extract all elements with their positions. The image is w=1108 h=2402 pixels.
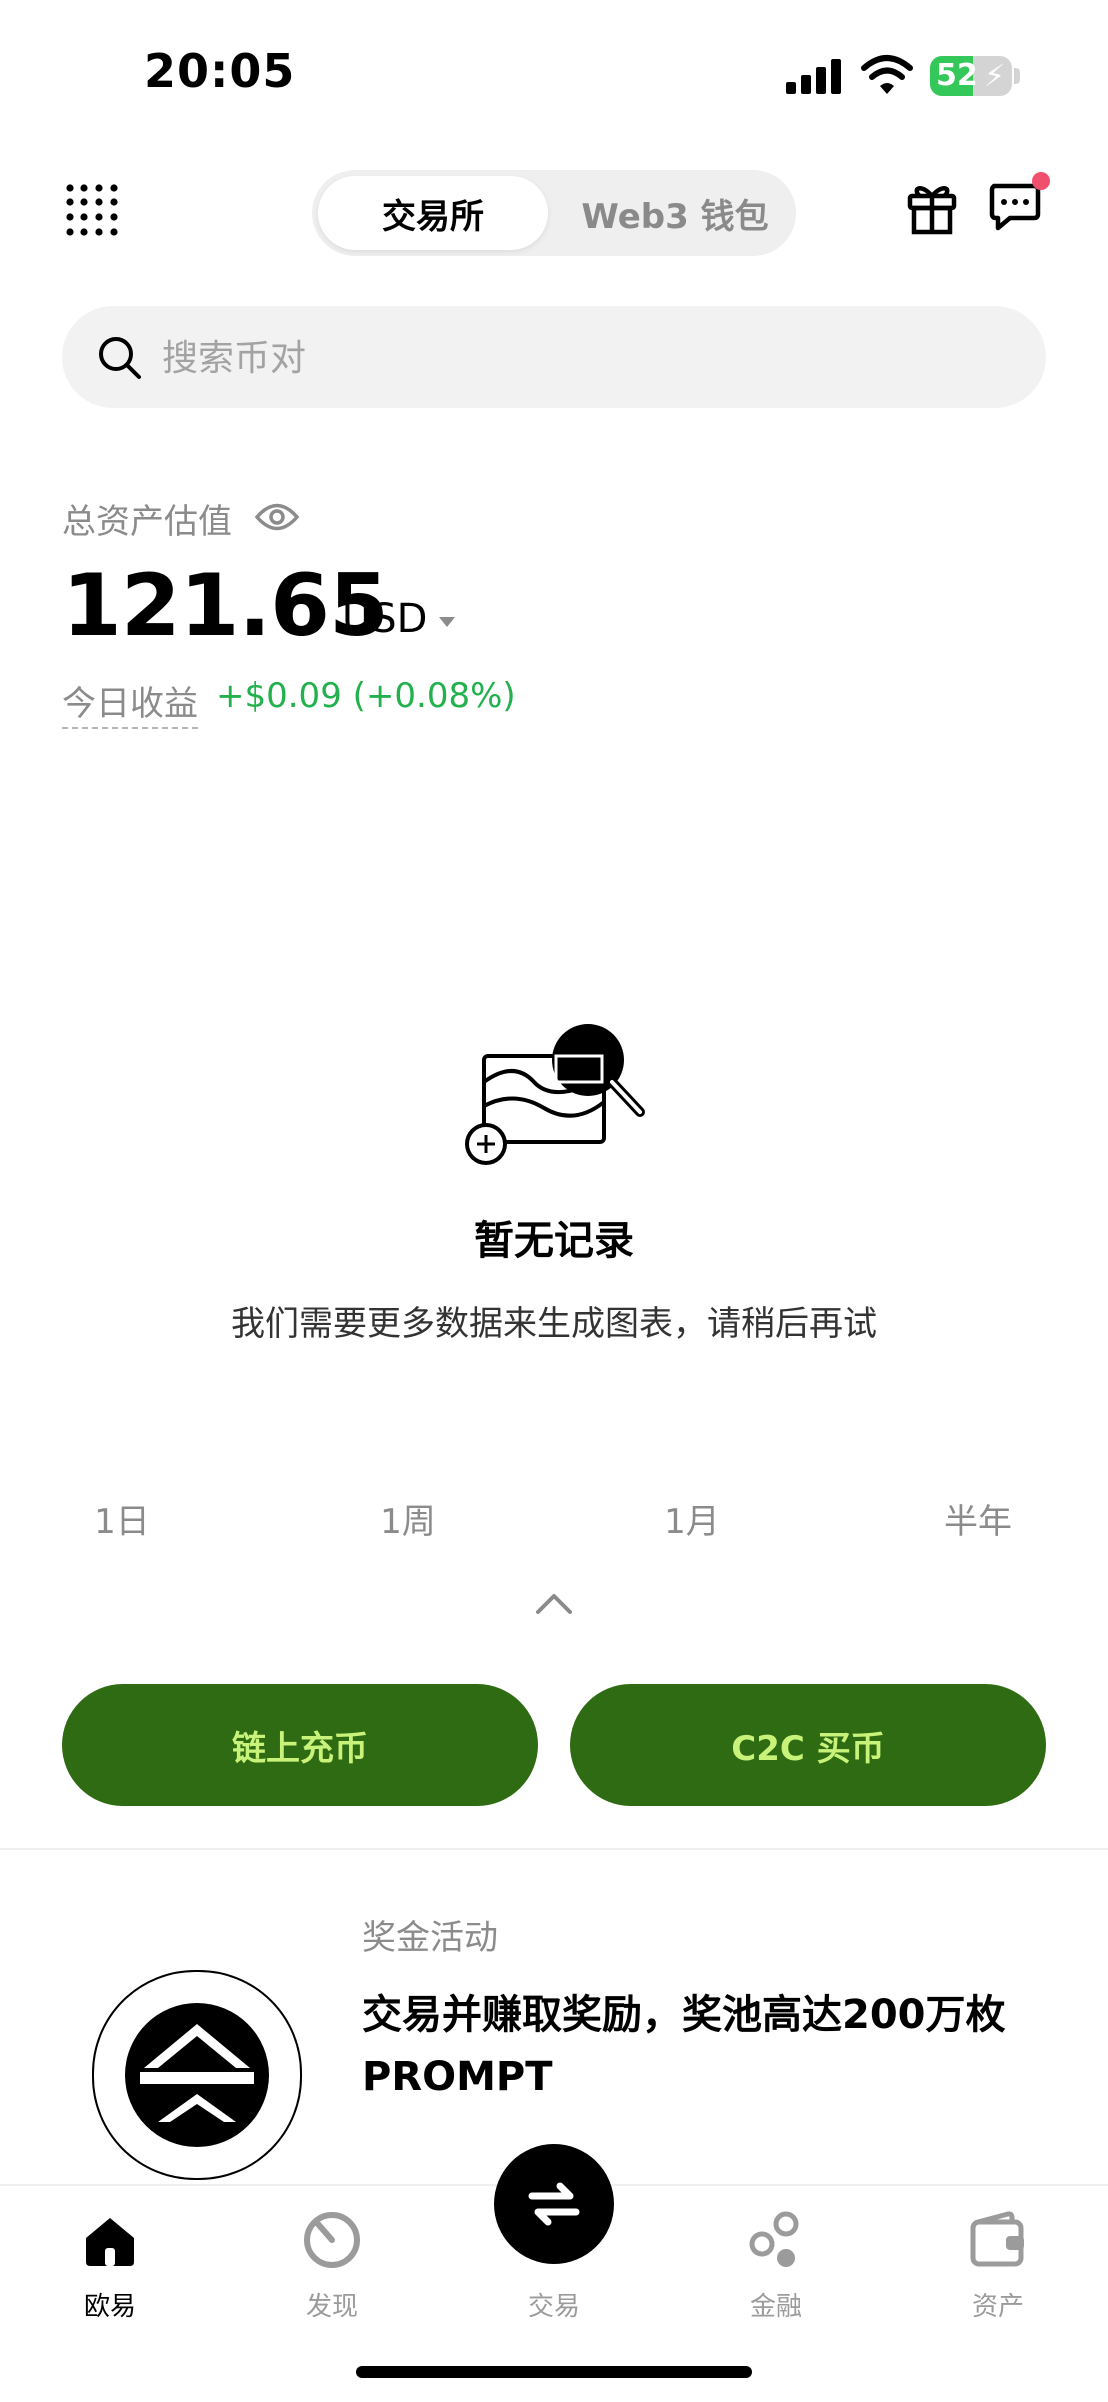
charging-icon: ⚡ — [984, 59, 1006, 94]
battery-icon: 52 ⚡ — [930, 56, 1012, 96]
tab-finance[interactable]: 金融 — [706, 2200, 846, 2322]
trade-fab — [494, 2144, 614, 2264]
promo-logo[interactable] — [92, 1970, 302, 2180]
c2c-buy-button[interactable]: C2C 买币 — [570, 1684, 1046, 1806]
search-input[interactable] — [160, 306, 1004, 410]
tab-label: 金融 — [749, 2292, 802, 2322]
tab-label: 发现 — [305, 2292, 358, 2322]
empty-state-description: 我们需要更多数据来生成图表，请稍后再试 — [231, 1304, 877, 1344]
tab-okx-home[interactable]: 欧易 — [40, 2200, 180, 2322]
finance-icon — [749, 2211, 799, 2267]
caret-down-icon[interactable] — [438, 616, 456, 628]
home-icon — [86, 2218, 134, 2266]
tab-trade[interactable]: 交易 — [484, 2144, 624, 2322]
range-6m[interactable]: 半年 — [898, 1494, 1058, 1543]
tab-discover[interactable]: 发现 — [262, 2200, 402, 2322]
tab-label: 交易 — [527, 2292, 580, 2322]
tab-exchange[interactable]: 交易所 — [318, 176, 548, 250]
prompt-logo-icon — [125, 2003, 269, 2147]
section-divider — [0, 1848, 1108, 1850]
search-icon — [99, 337, 141, 379]
swap-icon — [528, 2182, 580, 2226]
notification-badge — [1032, 172, 1050, 190]
today-profit-label[interactable]: 今日收益 — [62, 676, 198, 729]
wallet-icon — [970, 2211, 1024, 2267]
menu-grid-icon[interactable] — [66, 184, 118, 236]
chevron-up-icon[interactable] — [534, 1592, 574, 1616]
total-assets-amount: 121.65 — [62, 556, 389, 656]
gift-icon[interactable] — [906, 180, 958, 236]
currency-selector[interactable]: USD — [342, 596, 427, 642]
total-assets-label: 总资产估值 — [62, 502, 232, 542]
message-icon[interactable] — [988, 182, 1042, 234]
today-profit-value: +$0.09 (+0.08%) — [216, 676, 516, 716]
eye-icon[interactable] — [254, 500, 300, 534]
tab-label: 欧易 — [83, 2292, 136, 2322]
home-indicator — [356, 2366, 752, 2378]
empty-records-icon — [465, 1024, 645, 1165]
onchain-deposit-button[interactable]: 链上充币 — [62, 1684, 538, 1806]
tab-web3-wallet[interactable]: Web3 钱包 — [560, 176, 790, 250]
wifi-icon — [861, 55, 913, 94]
search-bar[interactable] — [62, 306, 1046, 410]
battery-tip — [1014, 68, 1020, 84]
tab-label: 资产 — [971, 2292, 1024, 2322]
discover-icon — [304, 2212, 360, 2268]
promo-tag: 奖金活动 — [362, 1918, 498, 1958]
tab-assets[interactable]: 资产 — [928, 2200, 1068, 2322]
range-1w[interactable]: 1周 — [328, 1494, 488, 1543]
range-1d[interactable]: 1日 — [42, 1494, 202, 1543]
range-1m[interactable]: 1月 — [612, 1494, 772, 1543]
promo-title[interactable]: 交易并赚取奖励，奖池高达200万枚 PROMPT — [362, 1984, 1062, 2108]
signal-icon — [786, 59, 841, 94]
empty-state-title: 暂无记录 — [474, 1218, 634, 1264]
battery-percent: 52 — [936, 58, 978, 93]
status-time: 20:05 — [144, 44, 296, 98]
